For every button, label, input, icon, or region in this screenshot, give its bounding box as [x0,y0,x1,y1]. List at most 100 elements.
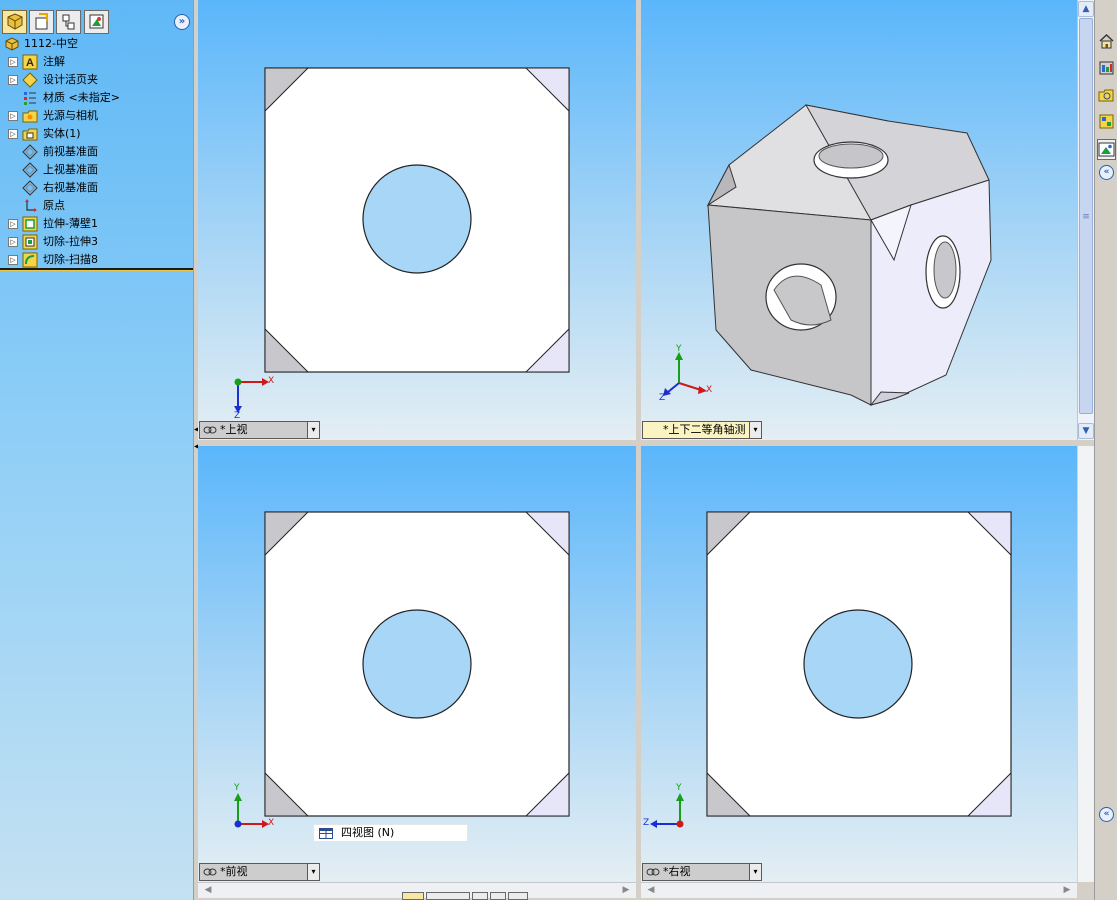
solid-bodies-folder-icon [22,128,38,141]
configuration-manager-icon [62,14,75,30]
tree-item-label: 注解 [43,55,65,68]
feature-manager-tabs [0,10,193,34]
view-triad [234,793,269,828]
vertical-scrollbar-bottom[interactable] [1077,446,1094,882]
scroll-left-button[interactable]: ◀ [643,883,659,898]
display-manager-icon [89,14,104,29]
tree-item-origin[interactable]: 原点 [0,197,193,215]
scroll-thumb[interactable]: ≡ [1079,18,1093,414]
axis-label-x: X [706,385,713,395]
tree-item-label: 切除-拉伸3 [43,235,98,248]
through-hole [803,609,913,719]
tree-item-label: 原点 [43,199,65,212]
expand-toggle[interactable]: ▷ [8,57,18,67]
view-tab-next[interactable] [490,892,506,900]
view-tab-end[interactable] [508,892,528,900]
view-name-dropdown[interactable]: *上下二等角轴测 ▾ [642,421,762,439]
view-name-label: *前视 [220,865,248,878]
link-icon [203,868,217,876]
tree-item-cut-extrude[interactable]: ▷ 切除-拉伸3 [0,233,193,251]
scroll-right-button[interactable]: ▶ [618,883,634,898]
view-tab-prev[interactable] [472,892,488,900]
display-manager-tab[interactable] [84,10,109,34]
task-pane-library-button[interactable] [1097,85,1116,106]
plane-icon [22,162,38,178]
configuration-manager-tab[interactable] [56,10,81,34]
viewport-top-view[interactable]: X Z *上视 ▾ [198,0,636,440]
isometric-view-graphics [663,104,992,406]
expand-toggle[interactable]: ▷ [8,219,18,229]
right-view-graphics [650,511,1012,828]
view-name-label: *右视 [663,865,691,878]
tree-item-design-binder[interactable]: ▷ 设计活页夹 [0,71,193,89]
appearances-icon [1098,142,1115,157]
viewport-right-view[interactable]: Y Z *右视 ▾ [641,446,1077,882]
feature-tree-tab[interactable] [2,10,27,34]
expand-toggle[interactable]: ▷ [8,129,18,139]
link-icon [203,426,217,434]
tree-item-label: 材质 <未指定> [43,91,120,104]
chevron-down-icon[interactable]: ▾ [749,422,761,438]
tree-item-label: 切除-扫描8 [43,253,98,266]
view-tab-layout[interactable] [426,892,470,900]
tree-item-material[interactable]: 材质 <未指定> [0,89,193,107]
property-manager-tab[interactable] [29,10,54,34]
feature-tree-icon [7,13,23,30]
view-triad [650,793,684,828]
horizontal-scrollbar-right[interactable]: ◀ ▶ [641,882,1077,898]
vertical-scrollbar-top[interactable]: ▲ ≡ ▼ [1077,0,1094,440]
four-view-icon [319,828,333,839]
expand-panel-button[interactable]: » [174,14,190,30]
extrude-feature-icon [22,216,38,232]
scroll-left-button[interactable]: ◀ [200,883,216,898]
design-library-icon [1098,89,1114,102]
tree-item-label: 设计活页夹 [43,73,98,86]
scroll-up-button[interactable]: ▲ [1078,1,1094,17]
cut-sweep-icon [22,252,38,268]
scroll-down-button[interactable]: ▼ [1078,423,1094,439]
resources-icon [1099,61,1114,75]
tree-item-front-plane[interactable]: 前视基准面 [0,143,193,161]
task-pane: « « [1094,0,1117,900]
chevron-down-icon[interactable]: ▾ [307,422,319,438]
collapse-task-pane-button-bottom[interactable]: « [1099,807,1114,822]
chevron-down-icon[interactable]: ▾ [749,864,761,880]
tree-root[interactable]: 1112-中空 [0,35,193,53]
view-triad [663,352,707,396]
axis-label-x: X [268,376,275,386]
axis-label-z: Z [643,818,650,828]
chevron-down-icon[interactable]: ▾ [307,864,319,880]
tooltip-label: 四视图 (N) [341,826,395,839]
task-pane-resources-button[interactable] [1097,57,1116,78]
view-name-dropdown[interactable]: *上视 ▾ [199,421,320,439]
tree-item-top-plane[interactable]: 上视基准面 [0,161,193,179]
tree-item-cut-sweep[interactable]: ▷ 切除-扫描8 [0,251,193,269]
view-tab-model[interactable] [402,892,424,900]
expand-toggle[interactable]: ▷ [8,75,18,85]
design-binder-icon [22,72,38,88]
material-icon [24,92,36,105]
axis-label-z: Z [659,393,666,403]
tree-root-label: 1112-中空 [24,37,78,50]
viewport-isometric-view[interactable]: Y X Z *上下二等角轴测 ▾ [641,0,1077,440]
view-name-dropdown[interactable]: *右视 ▾ [642,863,762,881]
view-name-dropdown[interactable]: *前视 ▾ [199,863,320,881]
tree-item-lights-cameras[interactable]: ▷ 光源与相机 [0,107,193,125]
task-pane-explorer-button[interactable] [1097,111,1116,132]
collapse-task-pane-button[interactable]: « [1099,165,1114,180]
tree-item-extrude-thin[interactable]: ▷ 拉伸-薄壁1 [0,215,193,233]
tree-item-solid-bodies[interactable]: ▷ 实体(1) [0,125,193,143]
expand-toggle[interactable]: ▷ [8,255,18,265]
expand-toggle[interactable]: ▷ [8,111,18,121]
view-triad [234,378,269,413]
task-pane-home-button[interactable] [1097,31,1116,52]
viewport-front-view[interactable]: Y X *前视 ▾ [198,446,636,882]
scroll-right-button[interactable]: ▶ [1059,883,1075,898]
expand-toggle[interactable]: ▷ [8,237,18,247]
rollback-bar-highlight [0,270,193,271]
tree-item-label: 拉伸-薄壁1 [43,217,98,230]
hole-right-inner [933,241,957,299]
tree-item-annotations[interactable]: ▷ A 注解 [0,53,193,71]
task-pane-appearances-button[interactable] [1097,139,1116,160]
tree-item-right-plane[interactable]: 右视基准面 [0,179,193,197]
